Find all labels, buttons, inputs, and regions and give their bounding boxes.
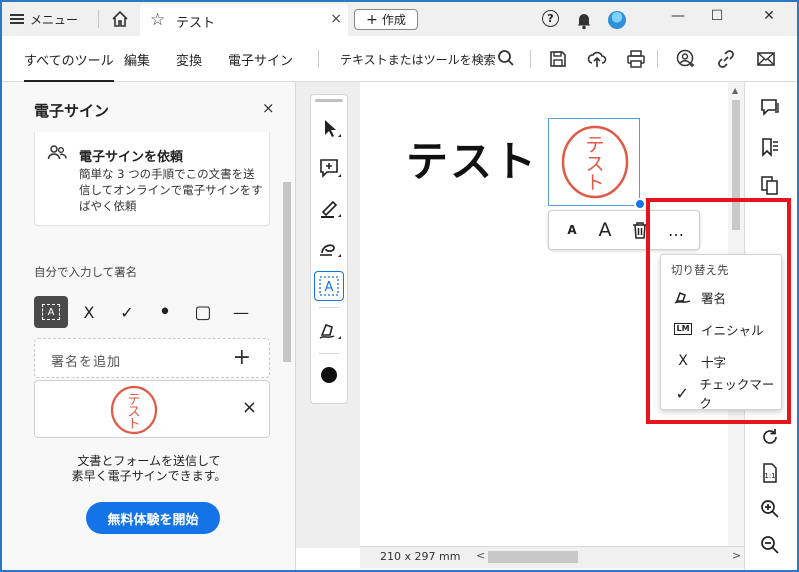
divider bbox=[319, 307, 339, 308]
menu-label: メニュー bbox=[30, 12, 79, 27]
page-size: 210 x 297 mm bbox=[380, 550, 461, 563]
draw-icon[interactable] bbox=[314, 233, 344, 263]
stamp-thumbnail-text-3: ト bbox=[127, 417, 140, 432]
zoom-out-icon[interactable] bbox=[759, 534, 781, 556]
print-icon[interactable] bbox=[626, 49, 646, 69]
promo-line-2: 素早く電子サインできます。 bbox=[71, 469, 227, 483]
request-description: 簡単な 3 つの手順でこの文書を送信してオンラインで電子サインをすばやく依頼 bbox=[79, 167, 263, 213]
annotation-highlight bbox=[646, 198, 791, 424]
plus-icon: + bbox=[232, 345, 251, 370]
people-icon bbox=[47, 145, 67, 160]
tab-all-tools[interactable]: すべてのツール bbox=[24, 50, 114, 82]
scroll-up-icon[interactable]: ▲ bbox=[732, 86, 738, 95]
text-field-glyph: A bbox=[325, 280, 334, 295]
stamp-selection[interactable]: テ ス ト bbox=[548, 118, 640, 206]
star-icon[interactable]: ☆ bbox=[150, 10, 165, 30]
add-text-tool[interactable]: A bbox=[314, 271, 344, 301]
quick-tools: A bbox=[310, 94, 348, 404]
panel-title: 電子サイン bbox=[34, 102, 110, 120]
add-comment-icon[interactable] bbox=[314, 153, 344, 183]
home-icon[interactable] bbox=[110, 10, 130, 28]
delete-signature-icon[interactable]: × bbox=[242, 397, 257, 418]
line-tool[interactable]: — bbox=[224, 296, 258, 328]
divider bbox=[319, 353, 339, 354]
cross-tool[interactable]: X bbox=[72, 296, 106, 328]
tab-document[interactable]: ☆ テスト × bbox=[140, 4, 348, 36]
request-title: 電子サインを依頼 bbox=[79, 150, 184, 165]
promo-line-1: 文書とフォームを送信して bbox=[77, 454, 221, 468]
close-icon[interactable]: ✕ bbox=[759, 8, 779, 24]
cursor-icon[interactable] bbox=[314, 113, 344, 143]
divider bbox=[318, 50, 319, 68]
fit-page-icon[interactable]: 1:1 bbox=[759, 462, 781, 484]
main-toolbar: すべてのツール 編集 変換 電子サイン テキストまたはツールを検索 bbox=[2, 36, 797, 82]
check-tool[interactable]: ✓ bbox=[110, 296, 144, 328]
add-user-icon[interactable] bbox=[675, 49, 695, 69]
resize-handle[interactable] bbox=[634, 198, 646, 210]
sign-tools: A X ✓ • ▢ — bbox=[34, 296, 274, 328]
rotate-icon[interactable] bbox=[759, 426, 781, 448]
cloud-upload-icon[interactable] bbox=[587, 49, 607, 69]
stamp-image: テ ス ト bbox=[561, 125, 629, 199]
tab-convert[interactable]: 変換 bbox=[176, 50, 202, 69]
help-icon[interactable]: ? bbox=[542, 10, 559, 27]
stamp-thumbnail: テ ス ト bbox=[110, 385, 158, 435]
minimize-icon[interactable]: — bbox=[668, 8, 688, 24]
rectangle-tool[interactable]: ▢ bbox=[186, 296, 220, 328]
divider bbox=[98, 10, 99, 28]
status-bar: 210 x 297 mm < > bbox=[360, 546, 744, 568]
create-label: 作成 bbox=[381, 13, 406, 27]
grip-handle[interactable] bbox=[315, 99, 343, 102]
promo-text: 文書とフォームを送信して 素早く電子サインできます。 bbox=[2, 454, 296, 484]
increase-size-button[interactable]: A bbox=[591, 211, 619, 249]
self-sign-label: 自分で入力して署名 bbox=[34, 265, 138, 279]
search-field[interactable]: テキストまたはツールを検索 bbox=[340, 51, 496, 68]
panel-scrollbar[interactable] bbox=[282, 132, 292, 436]
add-signature-label: 署名を追加 bbox=[51, 355, 122, 370]
save-icon[interactable] bbox=[548, 49, 568, 69]
zoom-in-icon[interactable] bbox=[759, 498, 781, 520]
divider bbox=[530, 50, 531, 68]
fit-page-glyph: 1:1 bbox=[764, 472, 775, 480]
add-text-tool[interactable]: A bbox=[34, 296, 68, 328]
scroll-right-icon[interactable]: > bbox=[732, 549, 741, 562]
comment-icon[interactable] bbox=[759, 96, 781, 118]
tab-edit[interactable]: 編集 bbox=[124, 50, 150, 69]
e-sign-panel: 電子サイン × 電子サインを依頼 簡単な 3 つの手順でこの文書を送信してオンラ… bbox=[2, 82, 296, 570]
tab-e-sign[interactable]: 電子サイン bbox=[228, 50, 293, 69]
highlighter-icon[interactable] bbox=[314, 193, 344, 223]
panel-close-icon[interactable]: × bbox=[262, 99, 275, 117]
scroll-left-icon[interactable]: < bbox=[476, 549, 485, 562]
create-button[interactable]: + 作成 bbox=[354, 9, 418, 30]
copy-pages-icon[interactable] bbox=[759, 174, 781, 196]
bell-icon[interactable] bbox=[574, 10, 594, 30]
tab-bar: メニュー ☆ テスト × + 作成 ? — ☐ ✕ bbox=[2, 2, 797, 36]
maximize-icon[interactable]: ☐ bbox=[707, 8, 727, 24]
mail-icon[interactable] bbox=[756, 49, 776, 69]
tab-title: テスト bbox=[176, 16, 216, 31]
search-icon[interactable] bbox=[497, 49, 515, 67]
request-signature-card[interactable]: 電子サインを依頼 簡単な 3 つの手順でこの文書を送信してオンラインで電子サイン… bbox=[34, 132, 270, 226]
add-signature-button[interactable]: 署名を追加 + bbox=[34, 338, 270, 378]
bookmark-list-icon[interactable] bbox=[759, 136, 781, 158]
tab-close-icon[interactable]: × bbox=[330, 11, 342, 27]
saved-signature[interactable]: テ ス ト × bbox=[34, 380, 270, 438]
text-field-icon: A bbox=[319, 276, 339, 296]
avatar[interactable] bbox=[608, 11, 626, 29]
color-picker[interactable] bbox=[321, 367, 337, 383]
link-icon[interactable] bbox=[716, 49, 736, 69]
stamp-text-3: ト bbox=[585, 172, 604, 194]
horizontal-scrollbar-thumb[interactable] bbox=[488, 551, 578, 563]
start-trial-button[interactable]: 無料体験を開始 bbox=[86, 502, 220, 534]
decrease-size-button[interactable]: A bbox=[559, 211, 585, 249]
menu-button[interactable]: メニュー bbox=[10, 8, 78, 30]
hamburger-icon bbox=[10, 14, 24, 24]
text-field-icon: A bbox=[42, 304, 60, 320]
document-text[interactable]: テスト bbox=[406, 128, 538, 189]
scrollbar-thumb[interactable] bbox=[283, 182, 291, 362]
plus-icon: + bbox=[366, 11, 378, 28]
dot-tool[interactable]: • bbox=[148, 296, 182, 328]
divider bbox=[657, 50, 658, 68]
sign-pen-icon[interactable] bbox=[314, 315, 344, 345]
